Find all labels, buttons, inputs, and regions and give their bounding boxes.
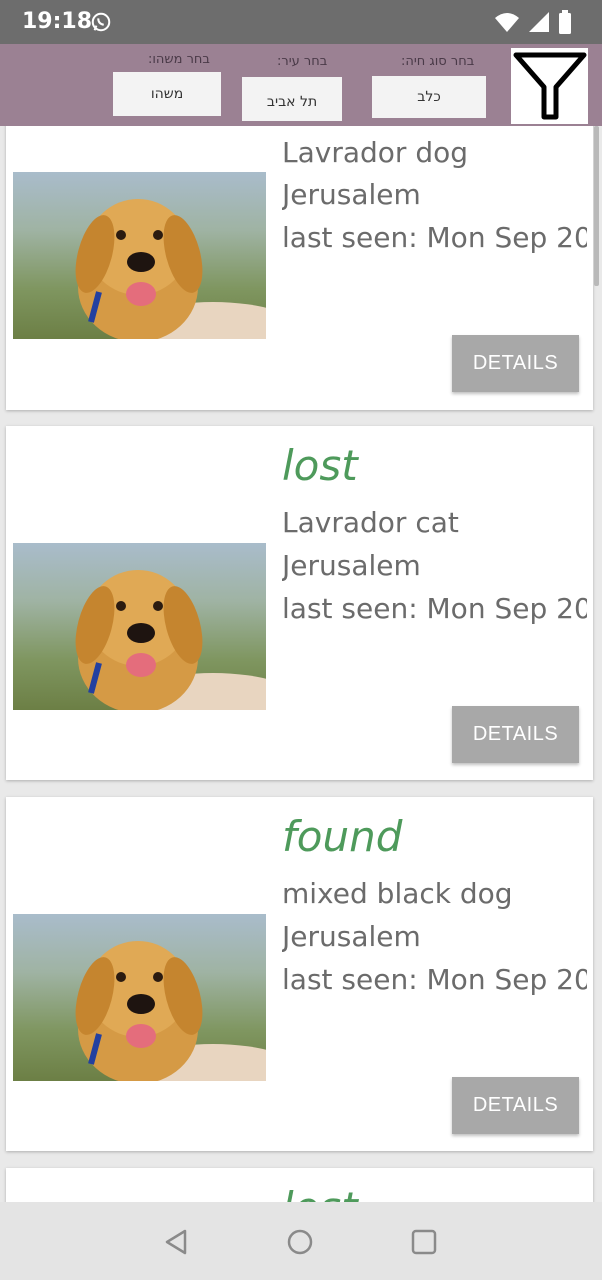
pet-breed-type: mixed black dog xyxy=(282,877,513,910)
filter-something-select[interactable]: משהו xyxy=(113,72,221,116)
wifi-icon xyxy=(495,13,519,32)
pet-card: found mixed black dog Jerusalem last see… xyxy=(6,797,593,1151)
pet-last-seen: last seen: Mon Sep 20 xyxy=(282,963,587,996)
pet-city: Jerusalem xyxy=(282,549,421,582)
pet-breed-type: Lavrador dog xyxy=(282,136,468,169)
status-time: 19:18 xyxy=(22,9,93,34)
pet-feed[interactable]: Lavrador dog Jerusalem last seen: Mon Se… xyxy=(0,126,602,1202)
status-icons xyxy=(494,10,572,34)
pet-city: Jerusalem xyxy=(282,920,421,953)
pet-status: lost xyxy=(282,1183,358,1202)
pet-status: found xyxy=(282,812,403,861)
pet-city: Jerusalem xyxy=(282,178,421,211)
signal-icon xyxy=(529,12,549,32)
recents-icon[interactable] xyxy=(409,1227,439,1257)
filter-city-label: בחר עיר: xyxy=(277,54,328,69)
home-icon[interactable] xyxy=(285,1227,315,1257)
status-bar: 19:18 xyxy=(0,0,602,44)
filter-animal-select[interactable]: כלב xyxy=(372,76,486,118)
back-icon[interactable] xyxy=(161,1227,191,1257)
pet-photo xyxy=(13,543,266,710)
filter-funnel-icon xyxy=(513,52,586,120)
pet-card: lost xyxy=(6,1168,593,1202)
filter-city-select[interactable]: תל אביב xyxy=(242,77,342,121)
scrollbar[interactable] xyxy=(594,126,599,286)
pet-card: Lavrador dog Jerusalem last seen: Mon Se… xyxy=(6,126,593,410)
pet-card: lost Lavrador cat Jerusalem last seen: M… xyxy=(6,426,593,780)
navigation-bar xyxy=(0,1202,602,1280)
filter-bar: בחר משהו: משהו בחר עיר: תל אביב בחר סוג … xyxy=(0,44,602,126)
pet-status: lost xyxy=(282,441,358,490)
details-button[interactable]: DETAILS xyxy=(452,1077,579,1134)
pet-photo xyxy=(13,914,266,1081)
battery-icon xyxy=(559,10,571,34)
details-button[interactable]: DETAILS xyxy=(452,706,579,763)
filter-button[interactable] xyxy=(511,48,588,124)
filter-animal-label: בחר סוג חיה: xyxy=(401,54,475,69)
filter-something-label: בחר משהו: xyxy=(148,52,210,67)
pet-photo xyxy=(13,172,266,339)
details-button[interactable]: DETAILS xyxy=(452,335,579,392)
pet-last-seen: last seen: Mon Sep 20 xyxy=(282,592,587,625)
whatsapp-icon xyxy=(91,12,111,32)
pet-breed-type: Lavrador cat xyxy=(282,506,459,539)
pet-last-seen: last seen: Mon Sep 20 xyxy=(282,221,587,254)
